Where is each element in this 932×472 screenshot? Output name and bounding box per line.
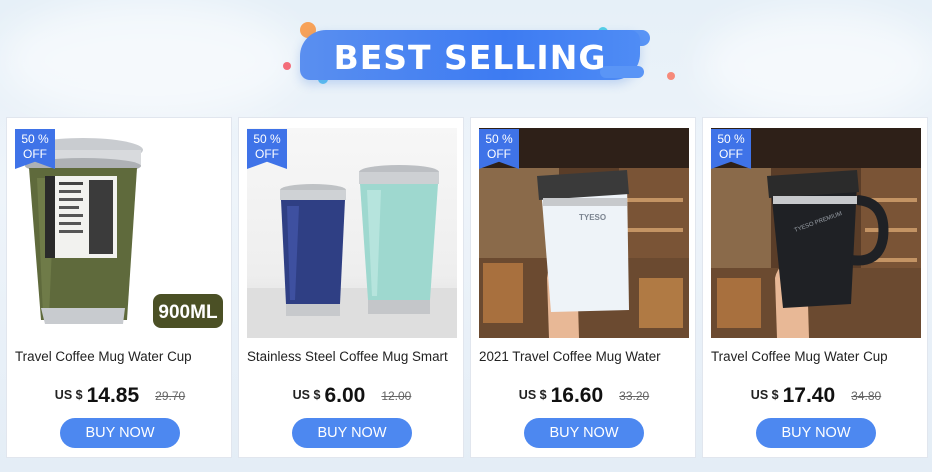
price-row: US $14.85 29.70 — [7, 384, 233, 408]
capacity-label: 900ML — [158, 302, 218, 323]
sale-price: 16.60 — [550, 384, 604, 407]
sale-price: 17.40 — [782, 384, 836, 407]
currency: US $ — [292, 388, 321, 402]
product-card[interactable]: 50 % OFF TYESO 2021 Travel Coffee Mug Wa… — [470, 117, 696, 458]
original-price: 33.20 — [619, 389, 650, 403]
original-price: 29.70 — [155, 389, 186, 403]
product-title[interactable]: 2021 Travel Coffee Mug Water — [479, 349, 691, 364]
original-price: 12.00 — [381, 389, 412, 403]
price-row: US $16.60 33.20 — [471, 384, 697, 408]
currency: US $ — [750, 388, 779, 402]
product-card[interactable]: 50 % OFF Stainless Steel Coffee Mug Smar… — [238, 117, 464, 458]
currency: US $ — [518, 388, 547, 402]
svg-text:TYESO: TYESO — [579, 213, 606, 222]
buy-now-button[interactable]: BUY NOW — [524, 418, 644, 448]
price-row: US $6.00 12.00 — [239, 384, 465, 408]
original-price: 34.80 — [851, 389, 882, 403]
product-title[interactable]: Travel Coffee Mug Water Cup — [15, 349, 227, 364]
price-row: US $17.40 34.80 — [703, 384, 929, 408]
buy-now-button[interactable]: BUY NOW — [756, 418, 876, 448]
product-card[interactable]: 50 % OFF TYESO PREMIUM Travel Coffee Mug… — [702, 117, 928, 458]
sale-price: 6.00 — [324, 384, 366, 407]
product-title[interactable]: Stainless Steel Coffee Mug Smart — [247, 349, 459, 364]
buy-now-button[interactable]: BUY NOW — [292, 418, 412, 448]
best-selling-banner: BEST SELLING — [0, 0, 932, 110]
product-title[interactable]: Travel Coffee Mug Water Cup — [711, 349, 923, 364]
sale-price: 14.85 — [86, 384, 140, 407]
buy-now-button[interactable]: BUY NOW — [60, 418, 180, 448]
product-card[interactable]: 50 % OFF 900ML Travel Coffee Mug Water C… — [6, 117, 232, 458]
banner-title: BEST SELLING — [333, 38, 607, 77]
currency: US $ — [54, 388, 83, 402]
